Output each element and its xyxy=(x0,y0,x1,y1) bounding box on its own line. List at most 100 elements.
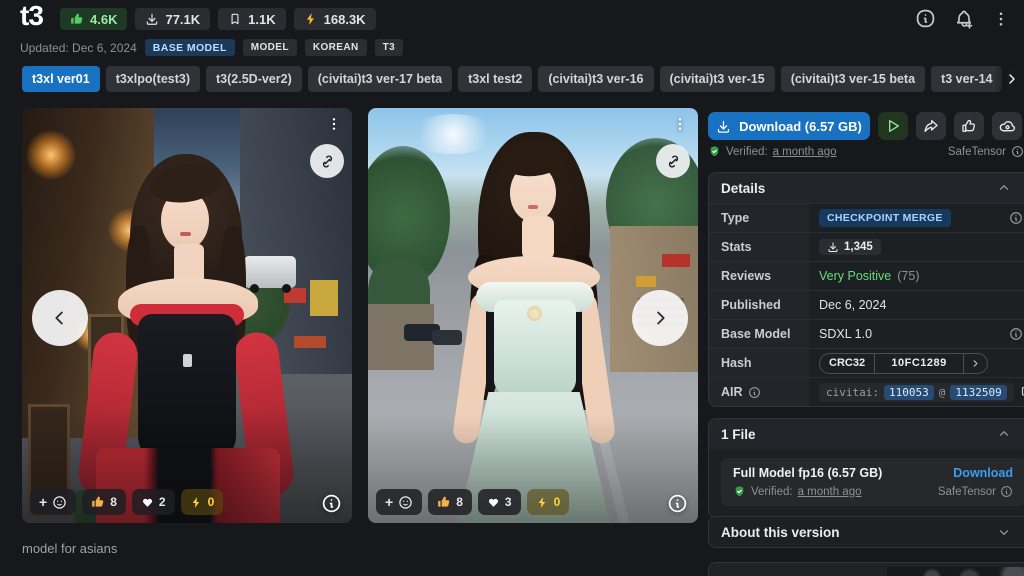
shield-check-icon xyxy=(708,145,721,158)
detail-row-hash: Hash CRC32 10FC1289 xyxy=(709,348,1024,377)
chevron-up-icon xyxy=(997,427,1011,441)
air-model-id: 110053 xyxy=(884,385,934,400)
model-image-2[interactable]: + 8 3 0 xyxy=(368,108,698,523)
copy-icon[interactable] xyxy=(1020,385,1024,400)
row-label: Type xyxy=(709,204,809,232)
base-model-value: SDXL 1.0 xyxy=(819,327,872,341)
reaction-bar: + 8 3 0 xyxy=(376,489,569,515)
tag-model[interactable]: MODEL xyxy=(243,39,297,56)
files-panel: 1 File Full Model fp16 (6.57 GB) Downloa… xyxy=(708,418,1024,518)
plus-sign: + xyxy=(385,494,393,510)
hash-algo: CRC32 xyxy=(820,354,875,373)
info-icon[interactable] xyxy=(1000,485,1013,498)
bolt-reaction[interactable]: 0 xyxy=(527,489,570,515)
downloads-stat[interactable]: 77.1K xyxy=(135,8,210,30)
downloads-count: 77.1K xyxy=(165,12,200,27)
generate-button[interactable] xyxy=(878,112,908,140)
file-download-link[interactable]: Download xyxy=(953,466,1013,480)
image-menu-icon[interactable] xyxy=(672,116,688,132)
details-panel: Details Type CHECKPOINT MERGE Stats 1,34… xyxy=(708,172,1024,407)
add-reaction-button[interactable]: + xyxy=(30,489,76,515)
file-item: Full Model fp16 (6.57 GB) Download Verif… xyxy=(721,458,1024,506)
chevron-right-icon[interactable] xyxy=(963,354,987,373)
tag-base-model[interactable]: BASE MODEL xyxy=(145,39,235,56)
bookmarks-stat[interactable]: 1.1K xyxy=(218,8,285,30)
bolt-count: 0 xyxy=(554,495,561,509)
model-stats: 4.6K 77.1K 1.1K 168.3K xyxy=(60,8,376,30)
version-tab[interactable]: t3xl test2 xyxy=(458,66,532,92)
copy-link-icon[interactable] xyxy=(310,144,344,178)
updated-label: Updated: Dec 6, 2024 xyxy=(20,41,137,55)
carousel-prev-button[interactable] xyxy=(32,290,88,346)
version-tab[interactable]: t3xl ver01 xyxy=(22,66,100,92)
download-count-chip: 1,345 xyxy=(819,239,881,255)
bookmark-icon xyxy=(228,12,242,26)
thumbs-up-button[interactable] xyxy=(954,112,984,140)
details-title: Details xyxy=(721,181,765,196)
detail-row-published: Published Dec 6, 2024 xyxy=(709,290,1024,319)
thumbs-reaction[interactable]: 8 xyxy=(428,489,472,515)
hash-pill[interactable]: CRC32 10FC1289 xyxy=(819,353,988,374)
heart-reaction[interactable]: 3 xyxy=(478,489,521,515)
likes-stat[interactable]: 4.6K xyxy=(60,8,127,30)
tag-korean[interactable]: KOREAN xyxy=(305,39,367,56)
info-icon[interactable] xyxy=(748,386,761,399)
add-reaction-button[interactable]: + xyxy=(376,489,422,515)
shield-check-icon xyxy=(733,485,746,498)
version-tab[interactable]: t3(2.5D-ver2) xyxy=(206,66,302,92)
download-button[interactable]: Download (6.57 GB) xyxy=(708,112,870,140)
cloud-lock-icon xyxy=(999,118,1016,135)
row-label: Hash xyxy=(709,349,809,377)
model-page: t3 4.6K 77.1K 1.1K 168.3K xyxy=(0,0,1024,576)
info-icon[interactable] xyxy=(1009,327,1023,341)
download-icon xyxy=(716,119,731,134)
thumbs-reaction[interactable]: 8 xyxy=(82,489,126,515)
image-info-icon[interactable] xyxy=(321,493,342,514)
photo-layer xyxy=(887,567,1024,576)
download-count: 1,345 xyxy=(844,241,873,253)
thumb-up-icon xyxy=(70,12,84,26)
about-title: About this version xyxy=(721,525,840,540)
info-icon[interactable] xyxy=(1011,145,1024,158)
smiley-icon xyxy=(398,495,413,510)
file-format-label: SafeTensor xyxy=(938,486,996,498)
image-info-icon[interactable] xyxy=(667,493,688,514)
thumb-up-icon xyxy=(91,495,105,509)
row-label: Reviews xyxy=(709,262,809,290)
bolt-count: 0 xyxy=(208,495,215,509)
bookmarks-count: 1.1K xyxy=(248,12,275,27)
version-tab[interactable]: (civitai)t3 ver-16 xyxy=(538,66,653,92)
heart-count: 3 xyxy=(505,495,512,509)
share-button[interactable] xyxy=(916,112,946,140)
reviews-rating-link[interactable]: Very Positive xyxy=(819,269,891,283)
info-icon[interactable] xyxy=(1009,211,1023,225)
heart-reaction[interactable]: 2 xyxy=(132,489,175,515)
model-image-1[interactable]: + 8 2 0 xyxy=(22,108,352,523)
type-badge[interactable]: CHECKPOINT MERGE xyxy=(819,209,951,227)
image-menu-icon[interactable] xyxy=(326,116,342,132)
about-header[interactable]: About this version xyxy=(709,517,1024,547)
files-header[interactable]: 1 File xyxy=(709,419,1024,449)
likes-count: 4.6K xyxy=(90,12,117,27)
version-tab[interactable]: (civitai)t3 ver-17 beta xyxy=(308,66,452,92)
energy-stat[interactable]: 168.3K xyxy=(294,8,376,30)
air-code[interactable]: civitai: 110053 @ 1132509 xyxy=(819,383,1014,402)
row-label: AIR xyxy=(721,385,743,399)
verified-label: Verified: xyxy=(751,486,793,498)
tag-t3[interactable]: T3 xyxy=(375,39,403,56)
verified-ago-link[interactable]: a month ago xyxy=(773,146,837,158)
row-label: Published xyxy=(709,291,809,319)
carousel-next-button[interactable] xyxy=(632,290,688,346)
bolt-reaction[interactable]: 0 xyxy=(181,489,224,515)
detail-row-reviews: Reviews Very Positive (75) xyxy=(709,261,1024,290)
reaction-bar: + 8 2 0 xyxy=(30,489,223,515)
files-title: 1 File xyxy=(721,427,756,442)
version-sidebar: Download (6.57 GB) Verified: a month ago… xyxy=(708,0,1024,576)
details-header[interactable]: Details xyxy=(709,173,1024,203)
plus-sign: + xyxy=(39,494,47,510)
verified-ago-link[interactable]: a month ago xyxy=(798,486,862,498)
version-tab[interactable]: t3xlpo(test3) xyxy=(106,66,200,92)
copy-link-icon[interactable] xyxy=(656,144,690,178)
chevron-down-icon xyxy=(997,525,1011,539)
cloud-lock-button[interactable] xyxy=(992,112,1022,140)
